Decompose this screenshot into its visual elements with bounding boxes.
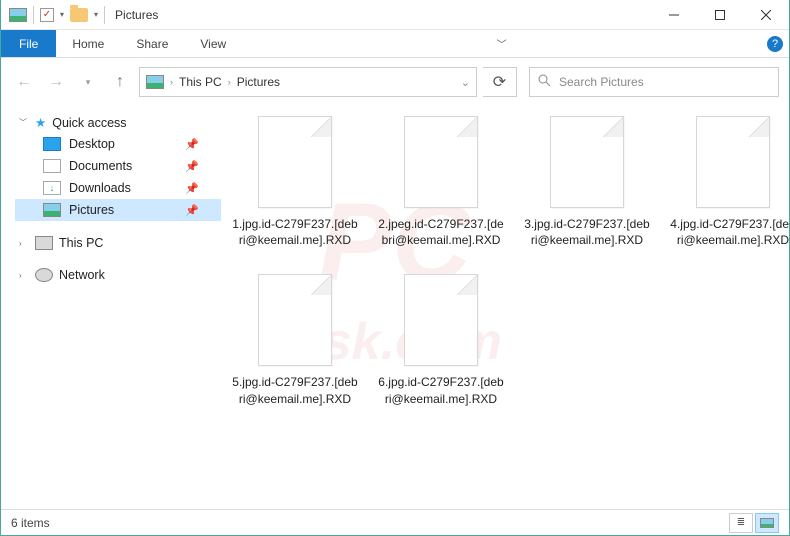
view-buttons: ≣: [729, 513, 779, 533]
pin-icon: 📌: [185, 138, 199, 151]
pin-icon: 📌: [185, 204, 199, 217]
details-view-button[interactable]: ≣: [729, 513, 753, 533]
caret-icon: ›: [19, 271, 29, 280]
sidebar-item-label: Pictures: [69, 203, 114, 217]
breadcrumb[interactable]: This PC: [179, 75, 222, 89]
maximize-button[interactable]: [697, 0, 743, 30]
qat-dropdown-icon[interactable]: ▾: [94, 10, 98, 19]
caret-icon: ﹀: [19, 117, 29, 128]
file-item[interactable]: 6.jpg.id-C279F237.[debri@keemail.me].RXD: [377, 274, 505, 406]
downloads-icon: [43, 181, 61, 195]
help-icon: ?: [767, 36, 783, 52]
file-name: 5.jpg.id-C279F237.[debri@keemail.me].RXD: [231, 374, 359, 406]
caret-icon: ›: [19, 239, 29, 248]
sidebar-label: Network: [59, 268, 105, 282]
file-item[interactable]: 1.jpg.id-C279F237.[debri@keemail.me].RXD: [231, 116, 359, 248]
minimize-button[interactable]: [651, 0, 697, 30]
pin-icon: 📌: [185, 182, 199, 195]
file-grid: 1.jpg.id-C279F237.[debri@keemail.me].RXD…: [231, 116, 779, 407]
file-item[interactable]: 3.jpg.id-C279F237.[debri@keemail.me].RXD: [523, 116, 651, 248]
content-pane[interactable]: 1.jpg.id-C279F237.[debri@keemail.me].RXD…: [221, 102, 789, 509]
sidebar-item-pictures[interactable]: Pictures 📌: [15, 199, 221, 221]
close-button[interactable]: [743, 0, 789, 30]
qat-newfolder-icon[interactable]: [70, 8, 88, 22]
file-item[interactable]: 5.jpg.id-C279F237.[debri@keemail.me].RXD: [231, 274, 359, 406]
sidebar-item-label: Downloads: [69, 181, 131, 195]
file-thumbnail: [258, 116, 332, 208]
documents-icon: [43, 159, 61, 173]
file-item[interactable]: 4.jpg.id-C279F237.[debri@keemail.me].RXD: [669, 116, 789, 248]
chevron-down-icon[interactable]: ▾: [60, 10, 64, 19]
separator: [33, 6, 34, 24]
status-bar: 6 items ≣: [1, 509, 789, 535]
file-item[interactable]: 2.jpeg.id-C279F237.[debri@keemail.me].RX…: [377, 116, 505, 248]
sidebar-item-desktop[interactable]: Desktop 📌: [15, 133, 221, 155]
qat: ✓ ▾ ▾: [1, 6, 105, 24]
address-bar[interactable]: › This PC › Pictures ⌄: [139, 67, 477, 97]
pictures-icon: [43, 203, 61, 217]
file-thumbnail: [404, 274, 478, 366]
tab-view[interactable]: View: [184, 30, 242, 57]
breadcrumb[interactable]: Pictures: [237, 75, 280, 89]
pin-icon: 📌: [185, 160, 199, 173]
help-button[interactable]: ?: [761, 30, 789, 57]
file-name: 2.jpeg.id-C279F237.[debri@keemail.me].RX…: [377, 216, 505, 248]
sidebar-item-downloads[interactable]: Downloads 📌: [15, 177, 221, 199]
file-name: 1.jpg.id-C279F237.[debri@keemail.me].RXD: [231, 216, 359, 248]
sidebar: ﹀ ★ Quick access Desktop 📌 Documents 📌 D…: [1, 102, 221, 509]
sidebar-item-documents[interactable]: Documents 📌: [15, 155, 221, 177]
sidebar-quick-access[interactable]: ﹀ ★ Quick access: [15, 112, 221, 133]
forward-button[interactable]: →: [43, 69, 69, 95]
back-button[interactable]: ←: [11, 69, 37, 95]
recent-dropdown[interactable]: ▾: [75, 69, 101, 95]
chevron-right-icon[interactable]: ›: [228, 77, 231, 87]
file-name: 3.jpg.id-C279F237.[debri@keemail.me].RXD: [523, 216, 651, 248]
nav-row: ← → ▾ ↑ › This PC › Pictures ⌄ ⟳ Search …: [1, 62, 789, 102]
sidebar-label: Quick access: [52, 116, 126, 130]
up-button[interactable]: ↑: [107, 69, 133, 95]
file-thumbnail: [404, 116, 478, 208]
sidebar-label: This PC: [59, 236, 103, 250]
desktop-icon: [43, 137, 61, 151]
separator: [104, 6, 105, 24]
pc-icon: [35, 236, 53, 250]
file-thumbnail: [696, 116, 770, 208]
ribbon-expand-button[interactable]: ﹀: [488, 30, 516, 57]
star-icon: ★: [35, 115, 46, 130]
sidebar-network[interactable]: › Network: [15, 265, 221, 285]
window-title: Pictures: [115, 8, 158, 22]
location-icon: [146, 75, 164, 89]
chevron-down-icon[interactable]: ⌄: [461, 76, 470, 89]
tab-share[interactable]: Share: [120, 30, 184, 57]
qat-properties-icon[interactable]: ✓: [40, 8, 54, 22]
icons-view-button[interactable]: [755, 513, 779, 533]
titlebar: ✓ ▾ ▾ Pictures: [1, 0, 789, 30]
main-area: ﹀ ★ Quick access Desktop 📌 Documents 📌 D…: [1, 102, 789, 509]
app-icon: [9, 8, 27, 22]
tab-home[interactable]: Home: [56, 30, 120, 57]
network-icon: [35, 268, 53, 282]
file-name: 6.jpg.id-C279F237.[debri@keemail.me].RXD: [377, 374, 505, 406]
sidebar-this-pc[interactable]: › This PC: [15, 233, 221, 253]
ribbon: File Home Share View ﹀ ?: [1, 30, 789, 58]
item-count: 6 items: [11, 516, 50, 530]
window-controls: [651, 0, 789, 30]
refresh-button[interactable]: ⟳: [483, 67, 517, 97]
search-input[interactable]: Search Pictures: [529, 67, 779, 97]
sidebar-item-label: Documents: [69, 159, 132, 173]
file-thumbnail: [258, 274, 332, 366]
sidebar-item-label: Desktop: [69, 137, 115, 151]
file-thumbnail: [550, 116, 624, 208]
search-icon: [538, 74, 551, 90]
search-placeholder: Search Pictures: [559, 75, 644, 89]
explorer-window: ✓ ▾ ▾ Pictures File Home Share View ﹀ ? …: [0, 0, 790, 536]
thumbnails-icon: [760, 518, 774, 528]
file-tab[interactable]: File: [1, 30, 56, 57]
chevron-right-icon[interactable]: ›: [170, 77, 173, 87]
file-name: 4.jpg.id-C279F237.[debri@keemail.me].RXD: [669, 216, 789, 248]
